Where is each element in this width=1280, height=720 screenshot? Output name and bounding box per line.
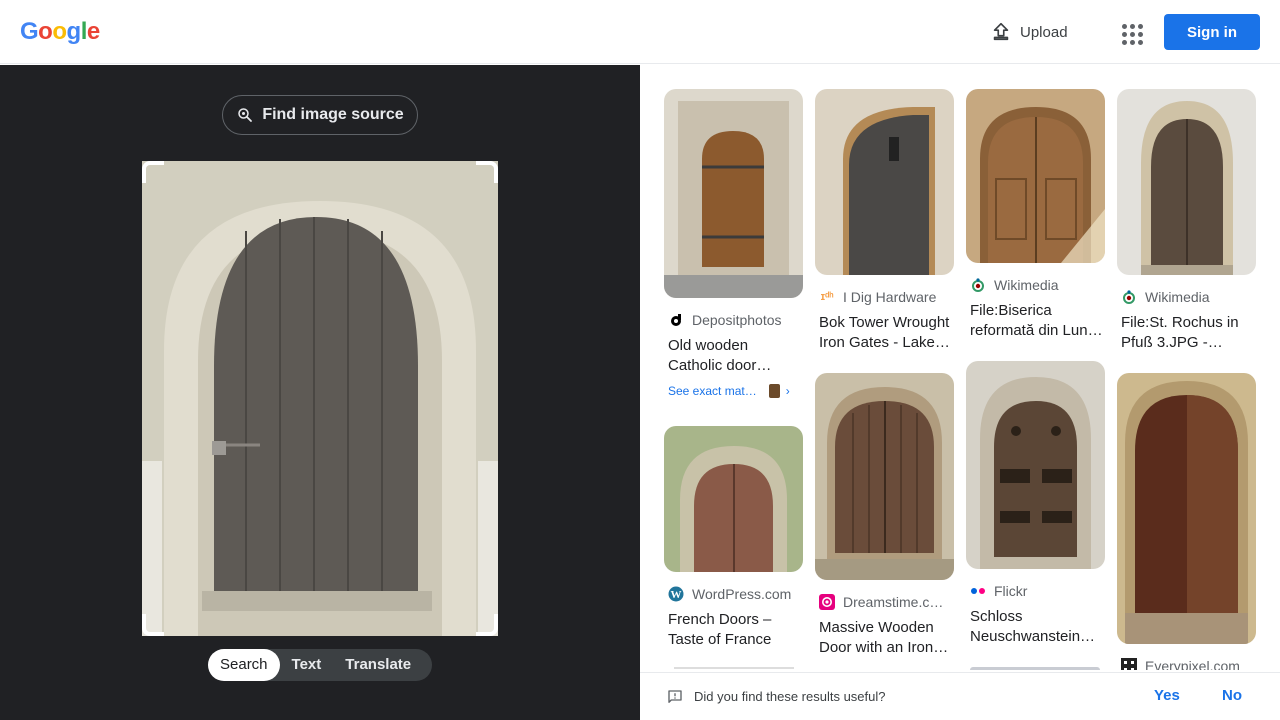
svg-text:W: W [671,589,682,601]
result-thumbnail[interactable] [664,89,803,298]
result-card[interactable]: ɪᵈʰ I Dig Hardware Bok Tower Wrought Iron… [815,89,954,353]
query-image-crop-area[interactable] [142,161,498,636]
result-source: ɪᵈʰ I Dig Hardware [820,289,937,305]
exact-match-thumbnail [768,384,780,398]
result-thumbnail[interactable] [1117,89,1256,275]
result-thumbnail-partial [970,667,1100,670]
chevron-right-icon: › [785,384,790,398]
result-thumbnail[interactable] [966,361,1105,569]
see-exact-matches-link[interactable]: See exact mat… › [664,384,803,398]
result-thumbnail[interactable] [815,373,954,580]
flickr-icon [970,583,986,599]
result-source: Depositphotos [664,312,803,328]
result-title[interactable]: File:Biserica reformată din Lun… [966,301,1105,341]
depositphotos-icon [668,312,684,328]
idig-hardware-icon: ɪᵈʰ [820,291,834,303]
result-card[interactable]: Wikimedia File:Biserica reformată din Lun… [966,89,1105,341]
result-title[interactable]: Old wooden Catholic door… [664,336,803,376]
feedback-yes-button[interactable]: Yes [1154,687,1180,704]
upload-label: Upload [1020,23,1068,41]
result-card[interactable]: Dreamstime.c… Massive Wooden Door with an… [815,373,954,658]
crop-handle-top-right[interactable] [476,161,498,183]
result-title[interactable]: Schloss Neuschwanstein… [966,607,1105,647]
mode-text-tab[interactable]: Text [280,649,334,681]
result-thumbnail[interactable] [815,89,954,275]
find-image-source-label: Find image source [262,106,404,123]
result-title[interactable]: File:St. Rochus in Pfuß 3.JPG -… [1117,313,1256,353]
result-title[interactable]: Massive Wooden Door with an Iron… [815,618,954,658]
result-card[interactable]: W WordPress.com French Doors – Taste of F… [664,426,803,650]
result-source: Flickr [966,583,1105,599]
mode-search-tab[interactable]: Search [208,649,280,681]
result-title[interactable]: Bok Tower Wrought Iron Gates - Lake… [815,313,954,353]
wikimedia-icon [1121,289,1137,305]
mode-switch: Search Text Translate [208,649,432,681]
lens-search-icon [238,108,253,122]
feedback-icon [668,689,682,703]
upload-icon [993,22,1009,41]
result-title[interactable]: French Doors – Taste of France [664,610,803,650]
result-thumbnail-partial [674,667,794,670]
wordpress-icon: W [668,586,684,602]
query-image-panel: Find image source Search Text Translate [0,65,640,720]
crop-handle-bottom-left[interactable] [142,614,164,636]
result-thumbnail[interactable] [966,89,1105,263]
sign-in-button[interactable]: Sign in [1164,14,1260,50]
result-thumbnail[interactable] [1117,373,1256,644]
result-source: Dreamstime.c… [815,594,954,610]
result-source: Everypixel.com [1117,658,1256,670]
crop-handle-bottom-right[interactable] [476,614,498,636]
result-source: W WordPress.com [664,586,803,602]
crop-handle-top-left[interactable] [142,161,164,183]
visual-matches-grid: Depositphotos Old wooden Catholic door… S… [640,65,1280,670]
result-source: Wikimedia [1117,289,1256,305]
result-source: Wikimedia [966,277,1105,293]
apps-grid-icon[interactable] [1118,18,1146,46]
top-bar: Google Upload Sign in [0,0,1280,64]
wikimedia-icon [970,277,986,293]
google-logo[interactable]: Google [20,18,100,46]
result-thumbnail[interactable] [664,426,803,572]
mode-translate-tab[interactable]: Translate [333,649,423,681]
query-image [142,161,498,636]
dreamstime-icon [819,594,835,610]
upload-button[interactable]: Upload [990,18,1068,46]
everypixel-icon [1121,658,1137,670]
result-card[interactable]: Everypixel.com [1117,373,1256,670]
result-card[interactable]: Depositphotos Old wooden Catholic door… S… [664,89,803,398]
feedback-bar: Did you find these results useful? Yes N… [640,672,1280,720]
feedback-no-button[interactable]: No [1222,687,1242,704]
result-card[interactable]: Flickr Schloss Neuschwanstein… [966,361,1105,647]
feedback-question: Did you find these results useful? [694,689,886,704]
find-image-source-button[interactable]: Find image source [222,95,418,135]
result-card[interactable]: Wikimedia File:St. Rochus in Pfuß 3.JPG -… [1117,89,1256,353]
